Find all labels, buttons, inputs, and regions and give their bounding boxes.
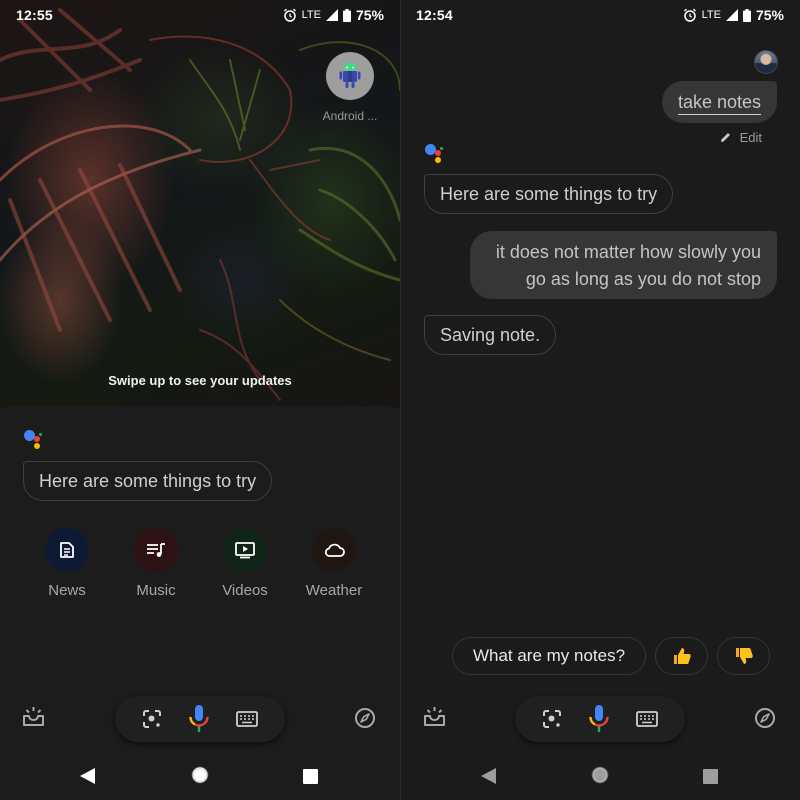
note-line-1: it does not matter how slowly you	[495, 242, 761, 262]
input-pill	[515, 696, 685, 742]
assistant-action-bar	[401, 696, 800, 742]
music-queue-icon	[134, 528, 178, 572]
keyboard-button[interactable]	[636, 711, 658, 727]
assistant-message-bubble: Here are some things to try	[23, 461, 273, 501]
user-query-bubble[interactable]: take notes	[661, 81, 777, 123]
updates-tray-icon	[23, 707, 44, 726]
suggestion-what-are-my-notes[interactable]: What are my notes?	[452, 637, 646, 675]
explore-compass-icon	[355, 708, 375, 728]
edit-label: Edit	[739, 130, 762, 145]
alarm-icon	[683, 8, 696, 22]
recents-square-icon	[703, 769, 718, 784]
nav-recents-button[interactable]	[303, 769, 318, 789]
edit-query-button[interactable]: Edit	[720, 130, 762, 145]
user-note-bubble: it does not matter how slowly you go as …	[470, 231, 777, 299]
explore-button[interactable]	[754, 707, 776, 734]
nav-back-button[interactable]	[80, 768, 96, 789]
thumbs-up-icon	[673, 648, 691, 664]
system-nav-bar	[0, 760, 400, 792]
shortcut-label: Android ...	[322, 109, 378, 123]
battery-icon	[342, 8, 351, 22]
suggestion-label: Weather	[305, 582, 363, 599]
left-screen: 12:55 LTE 75% Android ... Swipe up to se…	[0, 0, 400, 800]
battery-percent: 75%	[755, 7, 784, 23]
microphone-icon	[189, 705, 209, 732]
android-robot-icon	[326, 52, 374, 100]
lens-icon	[543, 710, 561, 728]
assistant-reply-bubble: Here are some things to try	[424, 174, 674, 214]
suggestion-label: Music	[136, 582, 176, 599]
nav-home-button[interactable]	[591, 766, 609, 789]
assistant-saving-bubble: Saving note.	[424, 315, 557, 355]
updates-button[interactable]	[22, 706, 46, 733]
explore-compass-icon	[755, 708, 775, 728]
suggestion-chips: News Music Videos Weather	[23, 528, 378, 599]
keyboard-icon	[236, 711, 258, 727]
microphone-icon	[589, 705, 609, 732]
suggestion-label: Videos	[222, 582, 268, 599]
lens-button[interactable]	[142, 709, 162, 729]
suggestion-news[interactable]: News	[23, 528, 111, 599]
nav-back-button[interactable]	[481, 768, 497, 789]
suggestion-label: News	[48, 582, 86, 599]
explore-button[interactable]	[354, 707, 376, 734]
home-shortcut-android[interactable]: Android ...	[318, 52, 382, 123]
system-nav-bar	[401, 760, 800, 792]
back-triangle-icon	[80, 768, 95, 784]
pencil-icon	[720, 133, 730, 142]
updates-tray-icon	[424, 707, 445, 726]
home-circle-icon	[591, 766, 609, 784]
status-time: 12:54	[416, 7, 453, 23]
user-avatar[interactable]	[754, 50, 778, 74]
cloud-icon	[312, 528, 356, 572]
signal-icon	[325, 9, 338, 21]
network-type: LTE	[301, 9, 321, 21]
alarm-icon	[283, 8, 296, 22]
battery-icon	[742, 8, 751, 22]
quick-replies: What are my notes?	[452, 637, 770, 675]
signal-icon	[725, 9, 738, 21]
nav-home-button[interactable]	[191, 766, 209, 789]
assistant-action-bar	[0, 696, 400, 742]
battery-percent: 75%	[355, 7, 384, 23]
home-circle-icon	[191, 766, 209, 784]
lens-button[interactable]	[542, 709, 562, 729]
google-assistant-logo-icon	[425, 144, 449, 168]
video-play-icon	[223, 528, 267, 572]
lens-icon	[143, 710, 161, 728]
google-assistant-logo-icon	[24, 430, 48, 454]
nav-recents-button[interactable]	[703, 769, 718, 789]
thumbs-down-icon	[735, 648, 753, 664]
keyboard-icon	[636, 711, 658, 727]
recents-square-icon	[303, 769, 318, 784]
right-screen: 12:54 LTE 75% take notes Edit Here are s…	[401, 0, 800, 800]
thumbs-down-button[interactable]	[717, 637, 770, 675]
back-triangle-icon	[481, 768, 496, 784]
news-article-icon	[45, 528, 89, 572]
status-bar: 12:55 LTE 75%	[0, 0, 400, 30]
swipe-up-hint: Swipe up to see your updates	[108, 373, 292, 388]
keyboard-button[interactable]	[236, 711, 258, 727]
input-pill	[115, 696, 285, 742]
status-time: 12:55	[16, 7, 53, 23]
network-type: LTE	[701, 9, 721, 21]
note-line-2: go as long as you do not stop	[525, 269, 761, 289]
suggestion-weather[interactable]: Weather	[290, 528, 378, 599]
suggestion-music[interactable]: Music	[112, 528, 200, 599]
thumbs-up-button[interactable]	[655, 637, 708, 675]
updates-button[interactable]	[423, 706, 447, 733]
user-query-text: take notes	[677, 92, 761, 115]
microphone-button[interactable]	[588, 704, 610, 734]
status-bar: 12:54 LTE 75%	[401, 0, 800, 30]
suggestion-videos[interactable]: Videos	[201, 528, 289, 599]
microphone-button[interactable]	[188, 704, 210, 734]
